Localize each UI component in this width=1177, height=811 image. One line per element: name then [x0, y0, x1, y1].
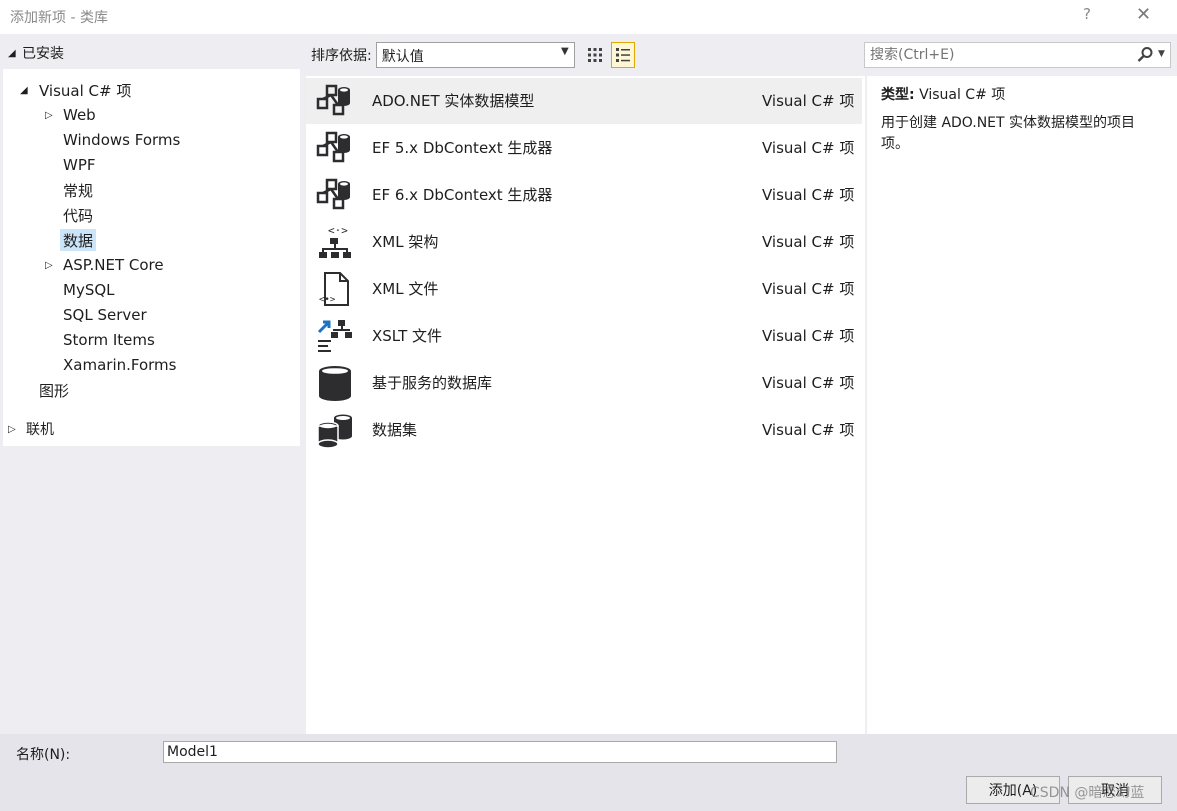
sort-dropdown[interactable]: 默认值 ▼	[375, 42, 575, 68]
expanded-triangle-icon: ◢	[8, 47, 16, 59]
template-info-panel: 类型: Visual C# 项 用于创建 ADO.NET 实体数据模型的项目项。	[867, 76, 1177, 734]
tree-node-web[interactable]: ▷ Web	[45, 104, 96, 126]
tree-node-general[interactable]: 常规	[63, 179, 93, 201]
dialog-body: ◢ 已安装 ◢ Visual C# 项 ▷ Web Windows Forms …	[0, 34, 1177, 734]
entity-model-icon	[316, 130, 354, 166]
svg-text:<•>: <•>	[319, 295, 336, 305]
name-label: 名称(N):	[16, 747, 71, 763]
template-language: Visual C# 项	[762, 186, 855, 204]
tree-node-sql-server[interactable]: SQL Server	[63, 304, 147, 326]
tree-node-label: 常规	[63, 181, 94, 200]
bottom-bar: 名称(N): 添加(A) 取消 CSDN @暗恋幻蓝	[0, 734, 1177, 811]
tree-node-data[interactable]: 数据	[60, 229, 97, 251]
template-language: Visual C# 项	[762, 233, 855, 251]
help-button[interactable]: ?	[1083, 5, 1091, 23]
template-item-dataset[interactable]: 数据集 Visual C# 项	[306, 407, 862, 453]
database-icon	[316, 365, 354, 401]
close-button[interactable]: ✕	[1136, 4, 1151, 25]
expanded-triangle-icon: ◢	[20, 84, 28, 96]
collapsed-triangle-icon: ▷	[45, 259, 53, 271]
watermark: CSDN @暗恋幻蓝	[1030, 785, 1145, 801]
tree-node-online[interactable]: ▷ 联机	[8, 418, 54, 440]
window-title: 添加新项 - 类库	[10, 10, 108, 26]
tree-node-label: 数据	[63, 231, 94, 250]
tree-node-label: ASP.NET Core	[63, 256, 164, 274]
template-type: 类型: Visual C# 项	[881, 84, 1163, 104]
tree-node-label: 代码	[63, 206, 94, 225]
template-item-xslt-file[interactable]: XSLT 文件 Visual C# 项	[306, 313, 862, 359]
details-view-button[interactable]	[610, 42, 635, 68]
search-box[interactable]: ▼	[864, 42, 1171, 68]
template-language: Visual C# 项	[762, 327, 855, 345]
tree-node-label: Visual C# 项	[39, 81, 132, 100]
template-name: XML 文件	[372, 280, 439, 298]
template-name: EF 6.x DbContext 生成器	[372, 186, 553, 204]
template-type-label: 类型:	[881, 87, 915, 103]
tree-node-storm-items[interactable]: Storm Items	[63, 329, 155, 351]
tree-node-label: Windows Forms	[63, 131, 181, 149]
dropdown-arrow-icon: ▼	[561, 46, 569, 57]
tree-node-visual-csharp[interactable]: ◢ Visual C# 项	[20, 79, 131, 101]
template-language: Visual C# 项	[762, 280, 855, 298]
tree-node-code[interactable]: 代码	[63, 204, 93, 226]
xslt-file-icon	[316, 318, 354, 354]
tree-node-label: MySQL	[63, 281, 115, 299]
template-language: Visual C# 项	[762, 92, 855, 110]
sort-label: 排序依据:	[311, 48, 372, 64]
name-input[interactable]	[163, 741, 837, 763]
tree-node-aspnet-core[interactable]: ▷ ASP.NET Core	[45, 254, 164, 276]
tree-node-mysql[interactable]: MySQL	[63, 279, 115, 301]
template-item-ef5-dbcontext[interactable]: EF 5.x DbContext 生成器 Visual C# 项	[306, 125, 862, 171]
template-description: 用于创建 ADO.NET 实体数据模型的项目项。	[881, 115, 1136, 152]
tree-node-label: 图形	[39, 381, 70, 400]
search-icon[interactable]	[1137, 46, 1154, 67]
svg-text:<·>: <·>	[328, 224, 348, 237]
template-language: Visual C# 项	[762, 139, 855, 157]
template-language: Visual C# 项	[762, 374, 855, 392]
template-name: XSLT 文件	[372, 327, 443, 345]
small-icons-view-button[interactable]	[583, 42, 607, 68]
dataset-icon	[316, 412, 354, 449]
tree-node-label: Storm Items	[63, 331, 155, 349]
search-options-arrow-icon[interactable]: ▼	[1158, 49, 1165, 59]
template-name: EF 5.x DbContext 生成器	[372, 139, 553, 157]
template-item-ef6-dbcontext[interactable]: EF 6.x DbContext 生成器 Visual C# 项	[306, 172, 862, 218]
tree-node-label: SQL Server	[63, 306, 147, 324]
entity-model-icon	[316, 177, 354, 213]
category-tree: ◢ Visual C# 项 ▷ Web Windows Forms WPF 常规…	[3, 69, 300, 446]
sort-value: 默认值	[381, 49, 424, 65]
tree-node-online-label: 联机	[26, 422, 54, 438]
template-language: Visual C# 项	[762, 421, 855, 439]
collapsed-triangle-icon: ▷	[45, 109, 53, 121]
search-input[interactable]	[870, 45, 1120, 65]
template-name: 基于服务的数据库	[372, 374, 493, 392]
template-item-xml-file[interactable]: <•> XML 文件 Visual C# 项	[306, 266, 862, 312]
tree-node-wpf[interactable]: WPF	[63, 154, 96, 176]
template-name: XML 架构	[372, 233, 439, 251]
template-item-service-based-database[interactable]: 基于服务的数据库 Visual C# 项	[306, 360, 862, 406]
tree-node-label: Xamarin.Forms	[63, 356, 177, 374]
xml-file-icon: <•>	[316, 271, 354, 307]
tree-node-windows-forms[interactable]: Windows Forms	[63, 129, 180, 151]
tree-node-label: Web	[63, 106, 96, 124]
tree-node-xamarin-forms[interactable]: Xamarin.Forms	[63, 354, 176, 376]
template-name: ADO.NET 实体数据模型	[372, 92, 535, 110]
xml-schema-icon: <·>	[316, 224, 354, 260]
list-view-icon	[615, 48, 630, 62]
template-item-xml-schema[interactable]: <·> XML 架构 Visual C# 项	[306, 219, 862, 265]
template-name: 数据集	[372, 421, 418, 439]
template-list: ADO.NET 实体数据模型 Visual C# 项 EF 5.x DbCont…	[306, 76, 865, 734]
sort-bar: 排序依据: 默认值 ▼	[311, 42, 635, 68]
entity-model-icon	[316, 83, 354, 119]
template-type-value: Visual C# 项	[919, 87, 1006, 103]
grid-view-icon	[587, 48, 602, 62]
tree-node-installed[interactable]: ◢ 已安装	[8, 42, 64, 64]
collapsed-triangle-icon: ▷	[8, 423, 16, 435]
tree-node-graphics[interactable]: 图形	[39, 379, 69, 401]
template-item-ado-net-entity-model[interactable]: ADO.NET 实体数据模型 Visual C# 项	[306, 78, 862, 124]
title-bar: 添加新项 - 类库 ? ✕	[0, 0, 1177, 34]
tree-node-label: WPF	[63, 156, 96, 174]
tree-node-installed-label: 已安装	[22, 46, 64, 62]
